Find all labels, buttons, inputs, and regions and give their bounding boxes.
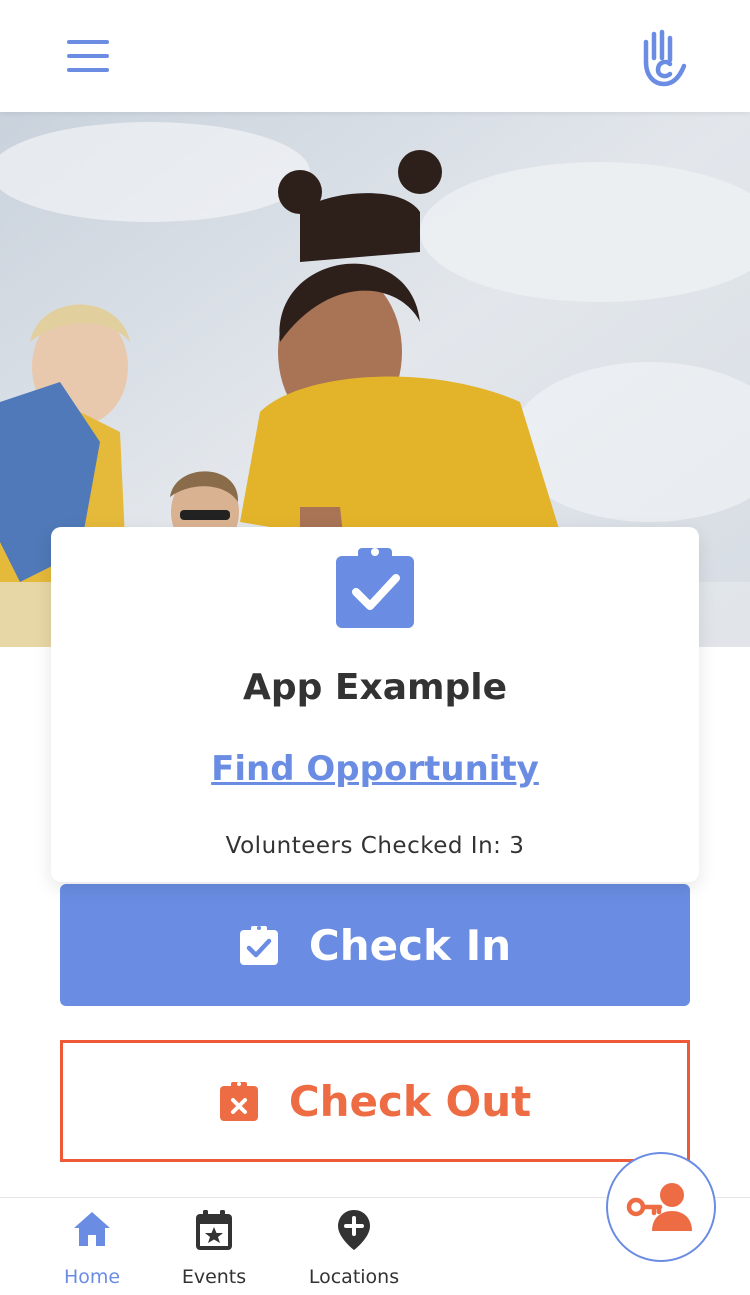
clipboard-check-icon [239, 926, 278, 965]
map-pin-plus-icon [338, 1210, 370, 1250]
check-in-label: Check In [308, 920, 512, 970]
clipboard-x-icon [219, 1082, 258, 1121]
tab-home-label: Home [63, 1266, 121, 1288]
tab-events-label: Events [181, 1266, 247, 1288]
hamburger-bar [67, 68, 109, 72]
calendar-star-icon [196, 1210, 232, 1250]
organization-title: App Example [242, 667, 508, 708]
volunteers-checked-in-count: Volunteers Checked In: 3 [225, 833, 525, 859]
check-out-label: Check Out [288, 1076, 532, 1126]
menu-button[interactable] [62, 34, 114, 78]
check-in-button[interactable]: Check In [60, 884, 690, 1006]
key-user-icon [626, 1183, 692, 1231]
tab-home[interactable]: Home [32, 1198, 152, 1295]
organization-card: App Example Find Opportunity Volunteers … [51, 527, 699, 882]
home-icon [74, 1212, 110, 1246]
clipboard-check-icon [336, 548, 414, 628]
hamburger-menu-icon [67, 40, 109, 44]
check-out-button[interactable]: Check Out [60, 1040, 690, 1162]
app-header [0, 0, 750, 112]
find-opportunity-link[interactable]: Find Opportunity [51, 749, 699, 789]
tab-locations-label: Locations [308, 1266, 400, 1288]
hamburger-bar [67, 54, 109, 58]
tab-events[interactable]: Events [154, 1198, 274, 1295]
key-user-button[interactable] [606, 1152, 716, 1262]
hand-logo-icon[interactable] [636, 28, 688, 88]
tab-locations[interactable]: Locations [294, 1198, 414, 1295]
